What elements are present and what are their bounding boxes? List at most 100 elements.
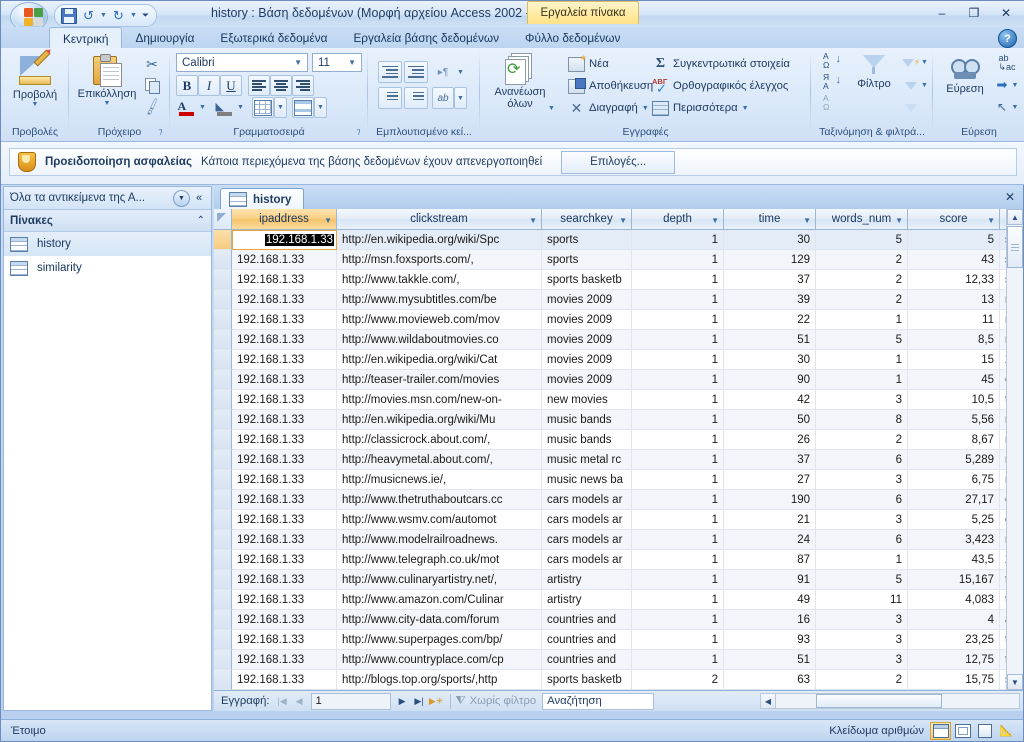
- cell-ipaddress[interactable]: 192.168.1.33: [232, 570, 337, 590]
- cell-clickstream[interactable]: http://en.wikipedia.org/wiki/Mu: [337, 410, 542, 430]
- navigation-group-tables[interactable]: Πίνακες ⌃: [4, 210, 211, 232]
- cell-clickstream[interactable]: http://blogs.top.org/sports/,http: [337, 670, 542, 690]
- cell-ipaddress[interactable]: 192.168.1.33: [232, 590, 337, 610]
- delete-dropdown-icon[interactable]: ▼: [642, 105, 649, 112]
- cell-ipaddress[interactable]: 192.168.1.33: [232, 230, 337, 250]
- column-header-words_num[interactable]: words_num ▼: [816, 209, 908, 230]
- cell-searchkey[interactable]: cars models ar: [542, 510, 632, 530]
- cell-score[interactable]: 5: [908, 230, 1000, 250]
- cell-score[interactable]: 15,75: [908, 670, 1000, 690]
- cell-clickstream[interactable]: http://classicrock.about.com/,: [337, 430, 542, 450]
- row-selector[interactable]: [214, 430, 232, 450]
- row-selector[interactable]: [214, 450, 232, 470]
- cell-clickstream[interactable]: http://www.amazon.com/Culinar: [337, 590, 542, 610]
- cell-time[interactable]: 51: [724, 650, 816, 670]
- delete-record-button[interactable]: ✕ Διαγραφή ▼: [568, 99, 649, 117]
- pivotchart-view-button[interactable]: [974, 722, 995, 740]
- cell-ipaddress[interactable]: 192.168.1.33: [232, 350, 337, 370]
- cell-clickstream[interactable]: http://www.takkle.com/,: [337, 270, 542, 290]
- first-record-button[interactable]: |◀: [274, 693, 291, 710]
- cell-words_num[interactable]: 1: [816, 370, 908, 390]
- cell-words_num[interactable]: 3: [816, 390, 908, 410]
- gridlines-dropdown[interactable]: ▼: [274, 97, 287, 118]
- cell-searchkey[interactable]: countries and: [542, 630, 632, 650]
- text-direction-button[interactable]: ▸¶: [432, 61, 454, 83]
- cell-depth[interactable]: 1: [632, 290, 724, 310]
- cell-score[interactable]: 12,33: [908, 270, 1000, 290]
- cell-score[interactable]: 12,75: [908, 650, 1000, 670]
- cell-time[interactable]: 16: [724, 610, 816, 630]
- font-size-combo[interactable]: 11 ▼: [312, 53, 362, 72]
- table-row[interactable]: 192.168.1.33 http://www.modelrailroadnews…: [214, 530, 1023, 550]
- vertical-scroll-thumb[interactable]: [1007, 226, 1023, 268]
- column-header-time[interactable]: time ▼: [724, 209, 816, 230]
- cell-ipaddress[interactable]: 192.168.1.33: [232, 270, 337, 290]
- cell-searchkey[interactable]: movies 2009: [542, 330, 632, 350]
- cell-depth[interactable]: 1: [632, 370, 724, 390]
- save-record-button[interactable]: Αποθήκευση: [568, 77, 653, 95]
- format-painter-button[interactable]: 🖌: [141, 96, 163, 117]
- sidebar-item-history[interactable]: history: [4, 232, 211, 256]
- cell-time[interactable]: 27: [724, 470, 816, 490]
- cell-depth[interactable]: 1: [632, 270, 724, 290]
- cell-clickstream[interactable]: http://www.countryplace.com/cp: [337, 650, 542, 670]
- cell-clickstream[interactable]: http://msn.foxsports.com/,: [337, 250, 542, 270]
- cell-score[interactable]: 11: [908, 310, 1000, 330]
- cell-time[interactable]: 42: [724, 390, 816, 410]
- spelling-button[interactable]: ΑΒΓ ✓ Ορθογραφικός έλεγχος: [652, 77, 788, 96]
- table-row[interactable]: 192.168.1.33 http://en.wikipedia.org/wiki…: [214, 410, 1023, 430]
- search-input[interactable]: Αναζήτηση: [542, 692, 655, 710]
- cell-score[interactable]: 6,75: [908, 470, 1000, 490]
- cell-ipaddress[interactable]: 192.168.1.33: [232, 510, 337, 530]
- column-header-depth[interactable]: depth ▼: [632, 209, 724, 230]
- cell-depth[interactable]: 1: [632, 510, 724, 530]
- cell-searchkey[interactable]: movies 2009: [542, 350, 632, 370]
- cell-ipaddress[interactable]: 192.168.1.33: [232, 310, 337, 330]
- row-selector[interactable]: [214, 310, 232, 330]
- cell-searchkey[interactable]: movies 2009: [542, 310, 632, 330]
- cell-clickstream[interactable]: http://en.wikipedia.org/wiki/Cat: [337, 350, 542, 370]
- cell-words_num[interactable]: 6: [816, 450, 908, 470]
- document-tab-history[interactable]: history: [220, 188, 305, 210]
- scroll-up-button[interactable]: ▲: [1007, 209, 1023, 225]
- table-row[interactable]: 192.168.1.33 http://www.wsmv.com/automot c…: [214, 510, 1023, 530]
- row-selector[interactable]: [214, 590, 232, 610]
- column-header-score[interactable]: score ▼: [908, 209, 1000, 230]
- row-selector[interactable]: [214, 370, 232, 390]
- restore-button[interactable]: ❐: [959, 3, 989, 23]
- italic-button[interactable]: I: [198, 75, 220, 96]
- collapse-pane-icon[interactable]: «: [190, 190, 208, 207]
- cell-clickstream[interactable]: http://heavymetal.about.com/,: [337, 450, 542, 470]
- view-button[interactable]: Προβολή ▼: [4, 49, 66, 108]
- cell-score[interactable]: 43,5: [908, 550, 1000, 570]
- cell-time[interactable]: 30: [724, 230, 816, 250]
- row-selector[interactable]: [214, 250, 232, 270]
- cell-depth[interactable]: 1: [632, 610, 724, 630]
- cell-ipaddress[interactable]: 192.168.1.33: [232, 370, 337, 390]
- cell-depth[interactable]: 1: [632, 410, 724, 430]
- cell-time[interactable]: 63: [724, 670, 816, 690]
- table-row[interactable]: 192.168.1.33 http://www.telegraph.co.uk/m…: [214, 550, 1023, 570]
- refresh-all-button[interactable]: ⟳ Ανανέωση όλων: [486, 53, 554, 110]
- scroll-down-button[interactable]: ▼: [1007, 674, 1023, 690]
- text-highlight-dropdown[interactable]: ▼: [454, 87, 467, 109]
- cell-words_num[interactable]: 2: [816, 270, 908, 290]
- cell-ipaddress[interactable]: 192.168.1.33: [232, 530, 337, 550]
- cell-depth[interactable]: 1: [632, 590, 724, 610]
- cell-searchkey[interactable]: artistry: [542, 590, 632, 610]
- cell-ipaddress[interactable]: 192.168.1.33: [232, 390, 337, 410]
- cell-score[interactable]: 43: [908, 250, 1000, 270]
- cell-words_num[interactable]: 1: [816, 310, 908, 330]
- cell-words_num[interactable]: 6: [816, 490, 908, 510]
- cell-ipaddress[interactable]: 192.168.1.33: [232, 490, 337, 510]
- chevron-down-icon[interactable]: ▼: [529, 216, 537, 225]
- cell-ipaddress[interactable]: 192.168.1.33: [232, 670, 337, 690]
- chevron-down-icon[interactable]: ▼: [173, 189, 190, 207]
- cell-score[interactable]: 4,083: [908, 590, 1000, 610]
- cell-searchkey[interactable]: sports basketb: [542, 670, 632, 690]
- cell-words_num[interactable]: 5: [816, 570, 908, 590]
- cell-ipaddress[interactable]: 192.168.1.33: [232, 550, 337, 570]
- cell-searchkey[interactable]: music news ba: [542, 470, 632, 490]
- table-row[interactable]: 192.168.1.33 http://teaser-trailer.com/mo…: [214, 370, 1023, 390]
- cell-time[interactable]: 87: [724, 550, 816, 570]
